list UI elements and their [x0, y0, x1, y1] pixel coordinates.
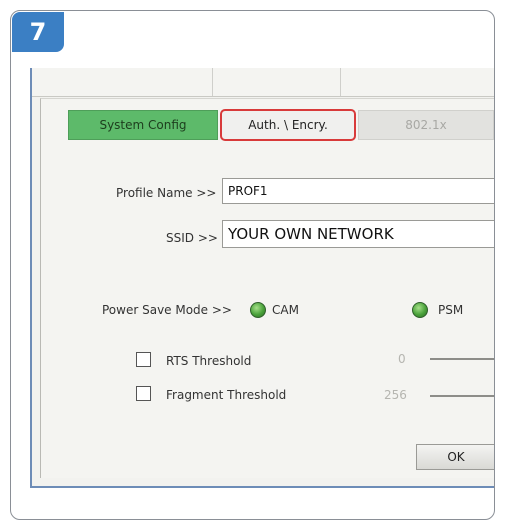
power-save-mode-label: Power Save Mode >>	[102, 303, 232, 317]
rts-threshold-value: 0	[398, 352, 406, 366]
profile-name-input[interactable]: PROF1	[222, 178, 494, 204]
ssid-label: SSID >>	[166, 231, 218, 245]
fragment-threshold-slider[interactable]	[430, 395, 494, 397]
fragment-threshold-value: 256	[384, 388, 407, 402]
tab-auth-encry[interactable]: Auth. \ Encry.	[220, 109, 356, 141]
rts-threshold-slider[interactable]	[430, 358, 494, 360]
rts-threshold-label: RTS Threshold	[166, 354, 252, 368]
psm-radio[interactable]	[412, 302, 428, 318]
cam-radio[interactable]	[250, 302, 266, 318]
rts-threshold-checkbox[interactable]	[136, 352, 151, 367]
top-strip-divider	[212, 68, 213, 96]
profile-name-label: Profile Name >>	[116, 186, 217, 200]
ssid-input[interactable]: YOUR OWN NETWORK	[222, 220, 494, 248]
cam-label: CAM	[272, 303, 299, 317]
ok-button[interactable]: OK	[416, 444, 494, 470]
config-window: System Config Auth. \ Encry. 802.1x Prof…	[30, 68, 494, 488]
fragment-threshold-checkbox[interactable]	[136, 386, 151, 401]
step-number-badge: 7	[12, 12, 64, 52]
window-top-strip	[32, 68, 494, 97]
tab-802-1x[interactable]: 802.1x	[358, 110, 494, 140]
profile-panel	[40, 98, 494, 478]
fragment-threshold-label: Fragment Threshold	[166, 388, 287, 402]
top-strip-divider	[340, 68, 341, 96]
psm-label: PSM	[438, 303, 464, 317]
tab-system-config[interactable]: System Config	[68, 110, 218, 140]
